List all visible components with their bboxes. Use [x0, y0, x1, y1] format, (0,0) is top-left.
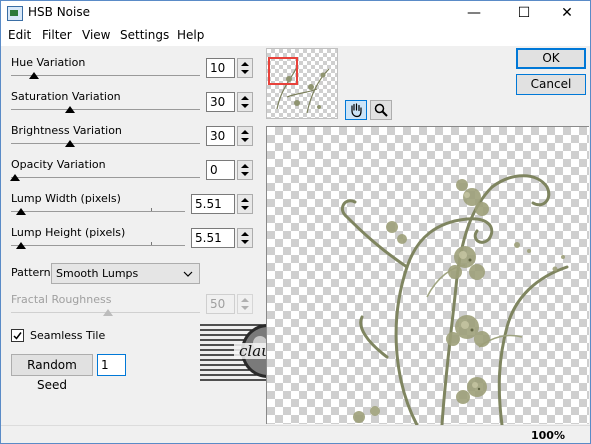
close-button[interactable]: ✕: [544, 1, 590, 26]
menu-view[interactable]: View: [82, 28, 110, 42]
lump-height-label: Lump Height (pixels): [11, 226, 126, 239]
fractal-roughness-input: 50: [206, 294, 235, 314]
zoom-level: 100%: [531, 429, 565, 442]
menu-filter[interactable]: Filter: [42, 28, 72, 42]
slider-tick: [151, 242, 152, 245]
opacity-variation-input[interactable]: 0: [206, 160, 235, 180]
ok-button[interactable]: OK: [516, 48, 586, 69]
spin-up-icon: [241, 96, 249, 100]
lump-height-spinner[interactable]: [237, 228, 253, 248]
spin-down-icon: [241, 70, 249, 74]
pattern-label: Pattern:: [11, 266, 55, 279]
window-title: HSB Noise: [28, 5, 90, 19]
zoom-tool-button[interactable]: [370, 100, 392, 120]
pattern-selected-value: Smooth Lumps: [56, 267, 139, 280]
status-bar: 100%: [1, 425, 590, 443]
lump-width-label: Lump Width (pixels): [11, 192, 121, 205]
spin-down-icon: [241, 172, 249, 176]
saturation-spinner[interactable]: [237, 92, 253, 112]
spin-up-icon: [241, 62, 249, 66]
spin-down-icon: [241, 306, 249, 310]
saturation-variation-label: Saturation Variation: [11, 90, 121, 103]
spin-up-icon: [241, 298, 249, 302]
brightness-spinner[interactable]: [237, 126, 253, 146]
spin-down-icon: [241, 240, 249, 244]
brightness-slider-thumb[interactable]: [65, 140, 75, 147]
random-seed-input[interactable]: 1: [97, 354, 126, 376]
lump-height-slider[interactable]: [11, 245, 185, 246]
spin-down-icon: [241, 138, 249, 142]
spin-up-icon: [241, 232, 249, 236]
app-icon: [7, 6, 23, 21]
hand-icon: [351, 103, 362, 118]
preview-canvas[interactable]: [266, 126, 589, 425]
magnifier-icon: [374, 103, 388, 117]
menu-settings[interactable]: Settings: [120, 28, 169, 42]
seamless-tile-label: Seamless Tile: [30, 329, 106, 342]
lump-width-input[interactable]: 5.51: [191, 194, 235, 214]
spin-down-icon: [241, 104, 249, 108]
pan-tool-button[interactable]: [345, 100, 367, 120]
menu-help[interactable]: Help: [177, 28, 204, 42]
fractal-slider-thumb: [103, 309, 113, 316]
navigator-view-rect[interactable]: [268, 57, 298, 85]
opacity-variation-label: Opacity Variation: [11, 158, 106, 171]
brightness-variation-input[interactable]: 30: [206, 126, 235, 146]
pattern-dropdown[interactable]: Smooth Lumps: [51, 263, 200, 284]
hsb-noise-window: HSB Noise — ☐ ✕ Edit Filter View Setting…: [0, 0, 591, 444]
menu-bar: Edit Filter View Settings Help: [1, 26, 590, 46]
lump-height-slider-thumb[interactable]: [16, 242, 26, 249]
seamless-tile-checkbox[interactable]: [11, 329, 24, 342]
checkmark-icon: [13, 332, 22, 340]
preview-floral-art: [341, 174, 569, 425]
fractal-spinner: [237, 294, 253, 314]
fractal-roughness-label: Fractal Roughness: [11, 293, 112, 306]
saturation-slider-thumb[interactable]: [65, 106, 75, 113]
slider-tick: [151, 208, 152, 211]
hue-slider-thumb[interactable]: [29, 72, 39, 79]
lump-width-slider-thumb[interactable]: [16, 208, 26, 215]
opacity-variation-slider[interactable]: [11, 177, 200, 178]
chevron-down-icon: [183, 271, 193, 277]
brightness-variation-label: Brightness Variation: [11, 124, 122, 137]
hue-variation-label: Hue Variation: [11, 56, 86, 69]
maximize-button[interactable]: ☐: [501, 1, 547, 26]
hue-spinner[interactable]: [237, 58, 253, 78]
lump-width-spinner[interactable]: [237, 194, 253, 214]
spin-down-icon: [241, 206, 249, 210]
hue-variation-slider[interactable]: [11, 75, 200, 76]
brightness-variation-slider[interactable]: [11, 143, 200, 144]
spin-up-icon: [241, 130, 249, 134]
lump-height-input[interactable]: 5.51: [191, 228, 235, 248]
menu-edit[interactable]: Edit: [8, 28, 31, 42]
spin-up-icon: [241, 198, 249, 202]
lump-width-slider[interactable]: [11, 211, 185, 212]
opacity-slider-thumb[interactable]: [10, 174, 20, 181]
saturation-variation-input[interactable]: 30: [206, 92, 235, 112]
saturation-variation-slider[interactable]: [11, 109, 200, 110]
title-bar: HSB Noise — ☐ ✕: [1, 1, 590, 26]
cancel-button[interactable]: Cancel: [516, 74, 586, 95]
random-seed-button[interactable]: Random Seed: [11, 354, 93, 392]
minimize-button[interactable]: —: [451, 1, 497, 26]
spin-up-icon: [241, 164, 249, 168]
hue-variation-input[interactable]: 10: [206, 58, 235, 78]
navigator-thumbnail[interactable]: [266, 48, 338, 119]
opacity-spinner[interactable]: [237, 160, 253, 180]
